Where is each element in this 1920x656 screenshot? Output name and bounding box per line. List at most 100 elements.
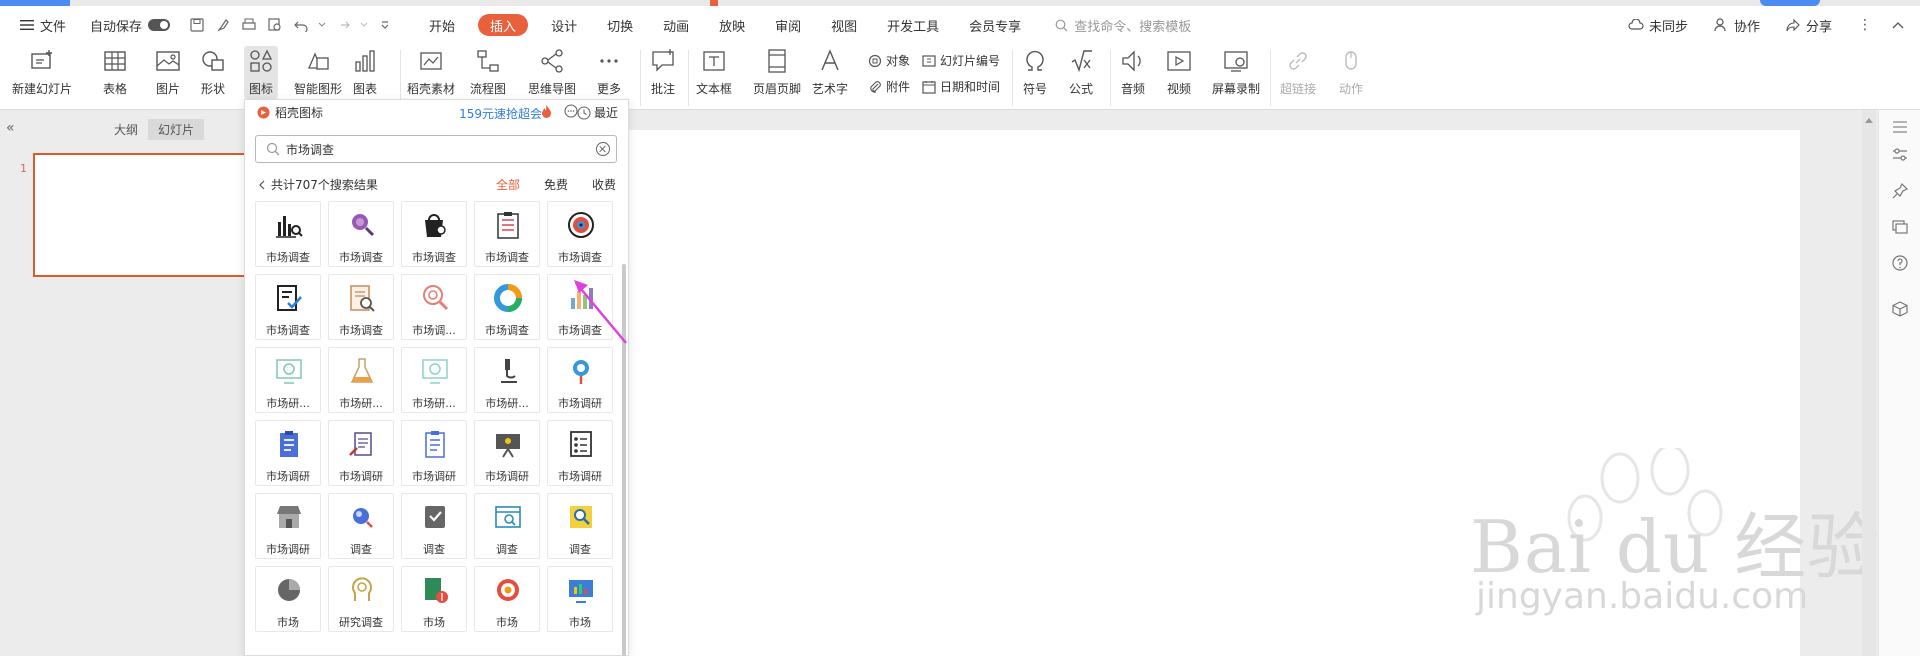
icon-result-item[interactable]: 市场 <box>547 566 613 632</box>
icon-result-item[interactable]: 市场调查 <box>255 201 321 267</box>
print-icon[interactable] <box>240 16 258 34</box>
icon-result-item[interactable]: 研究调查 <box>328 566 394 632</box>
symbol-button[interactable]: 符号 <box>1022 48 1048 97</box>
clear-search-icon[interactable] <box>596 142 610 156</box>
header-footer-button[interactable]: 页眉页脚 <box>753 48 801 97</box>
help-icon[interactable] <box>1891 254 1909 272</box>
icon-result-item[interactable]: 市场调研 <box>547 420 613 486</box>
share-button[interactable]: 分享 <box>1770 12 1842 38</box>
tab-design[interactable]: 设计 <box>536 12 592 38</box>
undo-icon[interactable] <box>292 16 310 34</box>
audio-button[interactable]: 音频 <box>1120 48 1146 97</box>
filter-paid[interactable]: 收费 <box>592 176 616 193</box>
more-button[interactable]: 更多 <box>596 48 622 97</box>
tab-outline[interactable]: 大纲 <box>104 119 148 140</box>
icon-result-item[interactable]: 市场 <box>474 566 540 632</box>
promo-link[interactable]: 159元速抢超会 <box>459 105 542 122</box>
slide-number-button[interactable]: 幻灯片编号 <box>922 52 1000 69</box>
hyperlink-button[interactable]: 超链接 <box>1280 48 1316 97</box>
autosave-toggle[interactable]: 自动保存 <box>82 12 178 38</box>
filter-free[interactable]: 免费 <box>544 176 568 193</box>
undo-dropdown-icon[interactable] <box>318 16 326 34</box>
icon-result-item[interactable]: 调查 <box>474 493 540 559</box>
cube-icon[interactable] <box>1891 300 1909 318</box>
object-button[interactable]: 对象 <box>868 52 910 69</box>
customize-quickaccess-icon[interactable] <box>376 16 394 34</box>
icon-result-item[interactable]: 调查 <box>547 493 613 559</box>
table-button[interactable]: 表格 <box>102 48 128 97</box>
icon-result-item[interactable]: 市场研... <box>255 347 321 413</box>
brush-icon[interactable] <box>214 16 232 34</box>
redo-icon[interactable] <box>334 16 352 34</box>
flowchart-button[interactable]: 流程图 <box>470 48 506 97</box>
video-button[interactable]: 视频 <box>1166 48 1192 97</box>
icon-result-item[interactable]: 市场调研 <box>255 420 321 486</box>
icon-result-item[interactable]: 市场调查 <box>474 201 540 267</box>
icon-result-item[interactable]: 市场 <box>401 566 467 632</box>
collab-button[interactable]: 协作 <box>1698 12 1770 38</box>
icon-result-item[interactable]: 市场调查 <box>328 201 394 267</box>
adjust-sliders-icon[interactable] <box>1891 146 1909 164</box>
tab-review[interactable]: 审阅 <box>760 12 816 38</box>
redo-dropdown-icon[interactable] <box>360 16 368 34</box>
smart-shape-button[interactable]: 智能图形 <box>294 48 342 97</box>
attachment-button[interactable]: 附件 <box>868 78 910 95</box>
mindmap-button[interactable]: 思维导图 <box>528 48 576 97</box>
tab-insert[interactable]: 插入 <box>478 14 529 36</box>
tab-home[interactable]: 开始 <box>414 12 470 38</box>
scroll-up-icon[interactable] <box>1865 118 1873 123</box>
screen-record-button[interactable]: 屏幕录制 <box>1212 48 1260 97</box>
icon-result-item[interactable]: 市场研... <box>328 347 394 413</box>
tab-animations[interactable]: 动画 <box>648 12 704 38</box>
filter-all[interactable]: 全部 <box>496 176 520 193</box>
icon-result-item[interactable]: 市场调查 <box>474 274 540 340</box>
tab-slideshow[interactable]: 放映 <box>704 12 760 38</box>
file-menu[interactable]: 文件 <box>0 12 74 38</box>
comment-button[interactable]: 批注 <box>650 48 676 97</box>
icon-result-item[interactable]: 市场调查 <box>401 201 467 267</box>
menu-lines-icon[interactable] <box>1891 118 1909 136</box>
icon-result-item[interactable]: 调查 <box>401 493 467 559</box>
date-time-button[interactable]: 日期和时间 <box>922 78 1000 95</box>
slide-thumbnail[interactable] <box>33 153 248 277</box>
icon-result-item[interactable]: 市场调... <box>401 274 467 340</box>
icon-search-box[interactable] <box>255 135 617 163</box>
icon-result-item[interactable]: 调查 <box>328 493 394 559</box>
autosave-switch[interactable] <box>148 19 171 31</box>
textbox-button[interactable]: 文本框 <box>696 48 732 97</box>
icon-result-item[interactable]: 市场调查 <box>328 274 394 340</box>
chart-button[interactable]: 图表 <box>352 48 378 97</box>
icon-result-item[interactable]: 市场研... <box>474 347 540 413</box>
results-back-button[interactable]: 共计707个搜索结果 <box>257 176 378 193</box>
icon-result-item[interactable]: 市场调研 <box>401 420 467 486</box>
recent-button[interactable]: 最近 <box>577 104 618 121</box>
formula-button[interactable]: 公式 <box>1068 48 1094 97</box>
save-icon[interactable] <box>188 16 206 34</box>
picture-button[interactable]: 图片 <box>155 48 181 97</box>
tab-transitions[interactable]: 切换 <box>592 12 648 38</box>
pin-icon[interactable] <box>1891 182 1909 200</box>
tab-member[interactable]: 会员专享 <box>954 12 1036 38</box>
tab-developer[interactable]: 开发工具 <box>872 12 954 38</box>
action-button[interactable]: 动作 <box>1338 48 1364 97</box>
icon-result-item[interactable]: 市场调研 <box>255 493 321 559</box>
tab-slides[interactable]: 幻灯片 <box>148 118 205 140</box>
icon-result-item[interactable]: 市场调研 <box>328 420 394 486</box>
wordart-button[interactable]: 艺术字 <box>812 48 848 97</box>
icon-result-item[interactable]: 市场调查 <box>547 201 613 267</box>
sync-button[interactable]: 未同步 <box>1613 12 1698 38</box>
icon-result-item[interactable]: 市场调查 <box>255 274 321 340</box>
new-slide-button[interactable]: 新建幻灯片 <box>12 48 72 97</box>
message-icon[interactable] <box>564 104 578 118</box>
icon-result-item[interactable]: 市场研... <box>401 347 467 413</box>
icon-result-item[interactable]: 市场 <box>255 566 321 632</box>
icon-result-item[interactable]: 市场调研 <box>547 347 613 413</box>
tab-view[interactable]: 视图 <box>816 12 872 38</box>
command-search[interactable]: 查找命令、搜索模板 <box>1048 16 1191 35</box>
icon-search-input[interactable] <box>286 142 586 156</box>
shape-button[interactable]: 形状 <box>200 48 226 97</box>
collapse-ribbon-button[interactable] <box>1882 12 1914 38</box>
more-options-button[interactable]: ⋮ <box>1848 12 1882 38</box>
docer-assets-button[interactable]: 稻壳素材 <box>407 48 455 97</box>
icon-button[interactable]: 图标 <box>244 46 278 99</box>
